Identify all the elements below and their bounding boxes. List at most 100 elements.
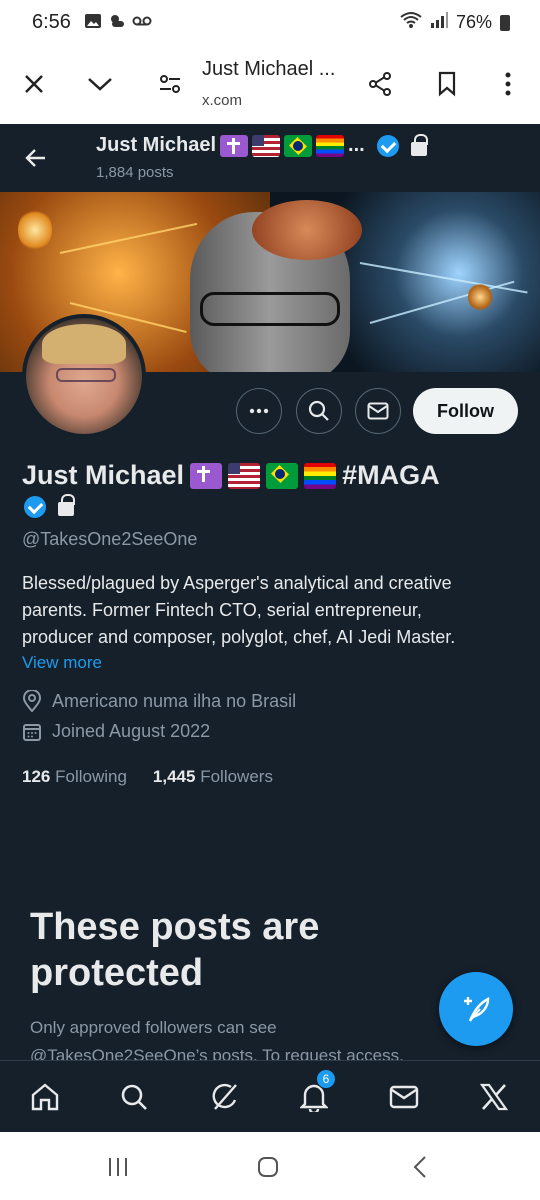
location-text: Americano numa ilha no Brasil [52,690,297,711]
nav-notifications[interactable]: 6 [292,1069,336,1119]
search-icon [308,400,329,421]
tune-icon [160,75,180,93]
compose-feather-icon [464,997,490,1022]
chevron-left-icon [413,1156,426,1178]
weather-icon [108,12,126,30]
latin-cross-emoji [190,462,223,489]
bio-line: Blessed/plagued by Asperger's analytical… [22,573,452,593]
envelope-icon [367,402,389,420]
profile-header: Just Michael ... 1,884 posts [0,124,540,192]
verified-badge-icon[interactable] [376,134,399,157]
header-name-text: Just Michael [96,134,217,156]
status-bar: 6:56 76% [0,0,540,46]
avatar[interactable] [22,314,146,438]
page-title: Just Michael ... [202,58,336,80]
chevron-down-icon [88,78,112,91]
profile-name: Just Michael #MAGA [22,460,440,491]
lock-icon [410,133,428,156]
notification-icons [84,12,152,30]
more-menu-button[interactable] [488,64,528,104]
wifi-icon [400,11,422,34]
avatar-hair [42,324,126,364]
messages-icon [389,1085,419,1109]
signal-icon [430,11,448,34]
followers-link[interactable]: 1,445 Followers [153,767,273,787]
recent-apps-button[interactable] [98,1152,138,1182]
protected-title-line: protected [30,952,204,994]
compose-post-button[interactable] [439,972,513,1046]
minimize-button[interactable] [80,64,120,104]
nav-x-premium[interactable] [472,1075,516,1119]
bookmark-icon [438,71,456,97]
banner-brain [252,200,362,260]
more-options-button[interactable] [236,388,282,434]
nav-messages[interactable] [382,1075,426,1119]
bookmark-button[interactable] [427,64,467,104]
nav-grok[interactable] [202,1075,246,1119]
bio-line: producer and composer, polyglot, chef, A… [22,627,456,647]
battery-level: 76% [455,12,492,32]
browser-toolbar: Just Michael ... x.com [0,46,540,124]
more-horizontal-icon [249,408,269,414]
header-ellipsis: ... [348,134,365,156]
close-tab-button[interactable] [14,64,54,104]
latin-cross-emoji [220,134,249,157]
followers-label: Followers [200,767,273,786]
bio-line: parents. Former Fintech CTO, serial entr… [22,600,422,620]
rainbow-flag-emoji [304,462,337,489]
message-button[interactable] [355,388,401,434]
nav-home[interactable] [23,1075,67,1119]
x-profile-page: Just Michael ... 1,884 posts Follow Just… [0,124,540,1132]
calendar-icon [23,723,41,741]
recent-apps-icon [109,1158,127,1176]
lightbulb-icon [468,282,492,312]
search-icon [121,1084,147,1110]
page-url[interactable]: x.com [202,92,242,109]
back-nav-button[interactable] [400,1152,440,1182]
search-profile-button[interactable] [296,388,342,434]
verified-badge-icon[interactable] [24,496,46,518]
banner-glasses [200,292,340,326]
protected-title-line: These posts are [30,906,320,948]
lightbulb-icon [18,208,52,252]
brazil-flag-emoji [284,134,313,157]
more-vertical-icon [505,72,511,96]
location-row: Americano numa ilha no Brasil [22,690,296,712]
followers-count: 1,445 [152,767,196,786]
joined-row: Joined August 2022 [22,721,210,742]
profile-name-text: Just Michael [22,460,185,490]
following-count: 126 [22,767,51,786]
view-more-link[interactable]: View more [22,653,102,673]
rainbow-flag-emoji [316,134,345,157]
location-pin-icon [22,690,42,712]
follow-stats: 126 Following 1,445 Followers [22,767,273,787]
gallery-icon [84,12,102,30]
following-label: Following [55,767,127,786]
notification-badge: 6 [316,1069,336,1089]
follow-button[interactable]: Follow [413,388,518,434]
nav-search[interactable] [112,1075,156,1119]
site-settings-button[interactable] [150,64,190,104]
home-button[interactable] [248,1152,288,1182]
back-button[interactable] [16,138,56,178]
bottom-navigation: 6 [0,1060,540,1132]
battery-icon [500,14,510,31]
profile-name-suffix: #MAGA [342,460,440,490]
status-right: 76% [400,11,510,34]
following-link[interactable]: 126 Following [22,767,127,787]
badge-row [24,494,75,518]
header-name: Just Michael ... [96,133,428,157]
profile-bio: Blessed/plagued by Asperger's analytical… [22,570,522,651]
us-flag-emoji [252,134,281,157]
lightning-bolt [59,222,198,254]
voicemail-icon [132,12,152,30]
arrow-left-icon [25,149,45,167]
joined-text: Joined August 2022 [52,721,211,741]
share-button[interactable] [360,64,400,104]
brazil-flag-emoji [266,462,299,489]
lock-icon [58,494,75,516]
profile-handle: @TakesOne2SeeOne [22,529,198,549]
home-icon [31,1083,59,1111]
grok-icon [212,1083,237,1110]
us-flag-emoji [228,462,261,489]
